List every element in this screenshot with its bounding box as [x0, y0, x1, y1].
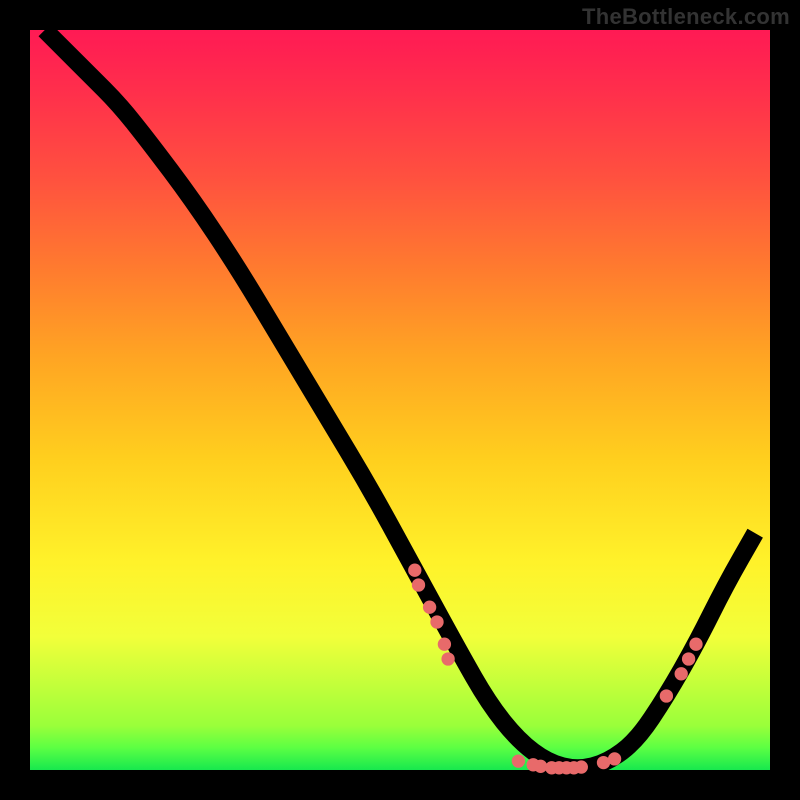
bottleneck-curve [45, 30, 755, 768]
highlight-point [682, 652, 695, 665]
highlight-point [689, 638, 702, 651]
plot-area [30, 30, 770, 770]
highlight-point [423, 601, 436, 614]
highlight-point [660, 689, 673, 702]
curve-layer [30, 30, 770, 770]
highlight-point [430, 615, 443, 628]
highlight-point [512, 754, 525, 767]
highlight-point [412, 578, 425, 591]
highlight-point [438, 638, 451, 651]
highlight-point [408, 564, 421, 577]
marker-group [408, 564, 703, 775]
highlight-point [575, 760, 588, 773]
highlight-point [441, 652, 454, 665]
chart-frame: TheBottleneck.com [0, 0, 800, 800]
watermark-text: TheBottleneck.com [582, 4, 790, 30]
highlight-point [675, 667, 688, 680]
highlight-point [608, 752, 621, 765]
